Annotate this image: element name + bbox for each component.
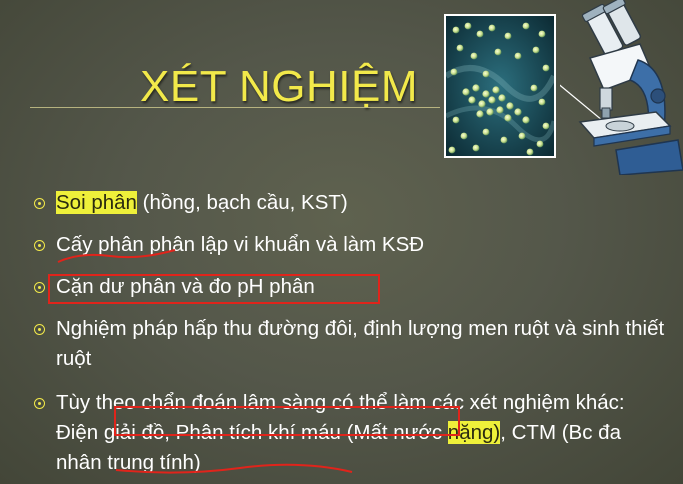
microscope-graphic xyxy=(555,0,683,176)
circle-dot-bullet-icon xyxy=(34,198,45,209)
circle-dot-bullet-icon xyxy=(34,282,45,293)
highlighted-text: Soi phân xyxy=(56,191,137,214)
list-item: Soi phân (hồng, bạch cầu, KST) xyxy=(30,188,670,218)
slide: XÉT NGHIỆM Soi phân (hồng, bạch cầu, KST… xyxy=(0,0,683,484)
bullet-text: Cấy phân phân lập vi khuẩn và làm KSĐ xyxy=(56,233,425,256)
circle-dot-bullet-icon xyxy=(34,240,45,251)
virus-micrograph-graphic xyxy=(446,16,554,156)
list-item: Cấy phân phân lập vi khuẩn và làm KSĐ xyxy=(30,230,670,260)
title-divider xyxy=(30,107,440,108)
virus-micrograph-image xyxy=(444,14,556,158)
circle-dot-bullet-icon xyxy=(34,398,45,409)
annotation-box-bullet-3 xyxy=(48,274,380,304)
annotation-box-dien-giai xyxy=(114,406,460,436)
bullet-text: Nghiệm pháp hấp thu đường đôi, định lượn… xyxy=(56,317,665,370)
microscope-icon xyxy=(555,0,683,176)
list-item: Nghiệm pháp hấp thu đường đôi, định lượn… xyxy=(30,314,670,374)
circle-dot-bullet-icon xyxy=(34,324,45,335)
slide-title: XÉT NGHIỆM xyxy=(140,62,419,111)
bullet-text: (hồng, bạch cầu, KST) xyxy=(136,191,348,214)
